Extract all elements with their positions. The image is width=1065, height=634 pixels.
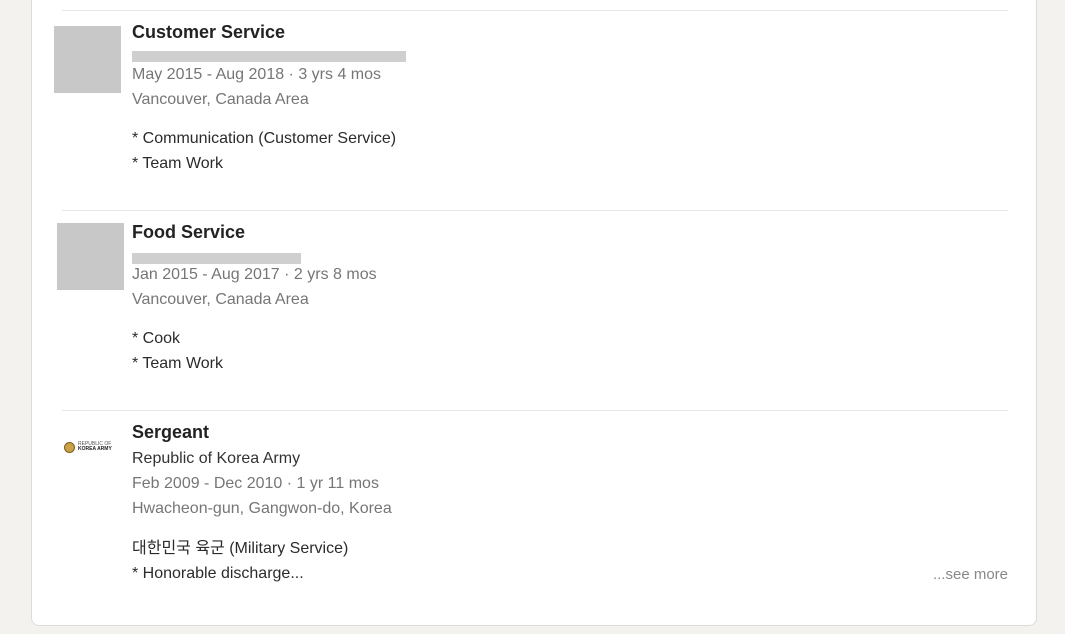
divider (62, 10, 1008, 11)
redacted-company-name (132, 51, 406, 62)
job-title[interactable]: Sergeant (132, 422, 209, 443)
description-line: * Communication (Customer Service) (132, 130, 397, 147)
job-location: Vancouver, Canada Area (132, 291, 309, 308)
job-title[interactable]: Food Service (132, 222, 245, 243)
divider (62, 210, 1008, 211)
description-line: * Team Work (132, 355, 223, 372)
job-description: 대한민국 육군 (Military Service) * Honorable d… (132, 536, 348, 586)
army-seal-icon (64, 441, 75, 453)
job-dates: Feb 2009 - Dec 2010 · 1 yr 11 mos (132, 475, 379, 492)
korea-army-logo[interactable]: REPUBLIC OF KOREA ARMY (64, 439, 122, 455)
redacted-company-name (132, 253, 301, 264)
army-logo-text: REPUBLIC OF KOREA ARMY (78, 441, 112, 452)
job-description: * Communication (Customer Service) * Tea… (132, 126, 396, 176)
job-dates: May 2015 - Aug 2018 · 3 yrs 4 mos (132, 66, 382, 83)
description-line: * Honorable discharge... (132, 565, 304, 582)
description-line: 대한민국 육군 (Military Service) (132, 540, 349, 557)
description-line: * Team Work (132, 155, 223, 172)
divider (62, 410, 1008, 411)
experience-card: Customer Service May 2015 - Aug 2018 · 3… (31, 0, 1037, 626)
see-more-link[interactable]: ...see more (933, 566, 1008, 583)
description-line: * Cook (132, 330, 181, 347)
company-name[interactable]: Republic of Korea Army (132, 450, 300, 468)
job-dates: Jan 2015 - Aug 2017 · 2 yrs 8 mos (132, 266, 377, 283)
job-location: Hwacheon-gun, Gangwon-do, Korea (132, 500, 392, 517)
job-title[interactable]: Customer Service (132, 22, 285, 43)
company-logo-placeholder[interactable] (57, 223, 124, 290)
company-logo-placeholder[interactable] (54, 26, 121, 93)
job-description: * Cook * Team Work (132, 326, 223, 376)
job-location: Vancouver, Canada Area (132, 91, 309, 108)
